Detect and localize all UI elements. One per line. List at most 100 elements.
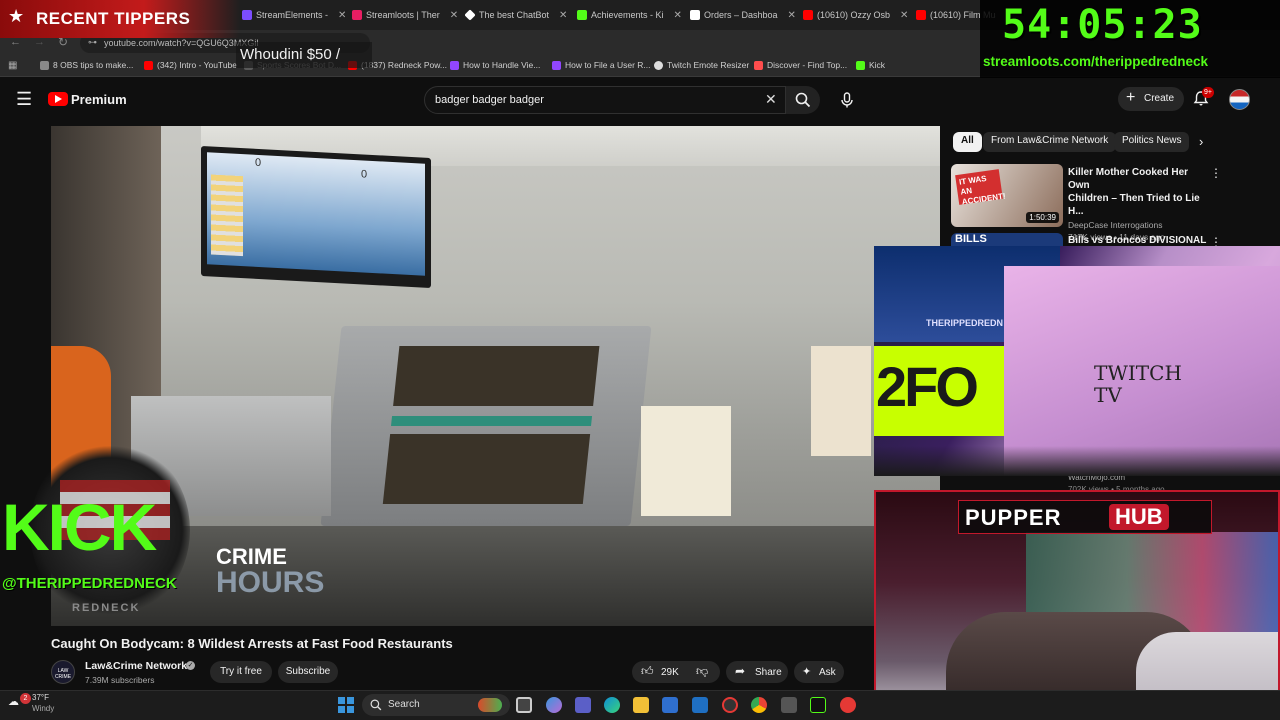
avatar[interactable] xyxy=(1229,89,1250,110)
start-button[interactable] xyxy=(338,697,354,713)
kick-subtext: REDNECK xyxy=(72,602,141,614)
tab-favicon-icon xyxy=(690,10,700,20)
voice-search-button[interactable] xyxy=(836,89,858,111)
taskbar-search[interactable]: Search xyxy=(362,694,510,716)
bookmark-item[interactable]: How to File a User R... xyxy=(552,60,651,70)
subscribe-button[interactable]: Subscribe xyxy=(278,661,338,683)
cardboard-box: TWITCH TV xyxy=(1004,266,1280,476)
chip-politics-news[interactable]: Politics News xyxy=(1114,132,1190,152)
tab-label: Achievements - Ki xyxy=(591,10,664,20)
webcam-desk xyxy=(874,446,1280,476)
recommendation-thumbnail[interactable]: BILLS xyxy=(951,233,1063,247)
chip-all[interactable]: All xyxy=(953,132,982,152)
recommendation-info[interactable]: Killer Mother Cooked Her Own Children – … xyxy=(1068,166,1208,242)
more-vert-icon[interactable]: ⋮ xyxy=(1210,166,1222,180)
tab-favicon-icon xyxy=(577,10,587,20)
youtube-logo-icon[interactable] xyxy=(48,92,68,106)
teams-icon[interactable] xyxy=(575,697,591,713)
search-input[interactable]: badger badger badger ✕ xyxy=(424,86,786,114)
recommendation-title: Children – Then Tried to Lie H... xyxy=(1068,193,1200,217)
video-scene-warmer xyxy=(320,326,652,526)
weather-icon: ☁ xyxy=(8,696,19,708)
bookmark-item[interactable]: How to Handle Vie... xyxy=(450,60,540,70)
chip-from-channel[interactable]: From Law&Crime Network xyxy=(983,132,1117,152)
bookmark-label: (1837) Redneck Pow... xyxy=(361,60,447,70)
pupper-hub-logo: PUPPER HUB xyxy=(958,500,1212,534)
recommendation-thumbnail[interactable]: IT WAS AN ACCIDENT! 1:50:39 xyxy=(951,164,1063,227)
edge-icon[interactable] xyxy=(604,697,620,713)
bookmark-favicon-icon xyxy=(40,60,49,70)
tab-label: StreamElements - xyxy=(256,10,329,20)
recommendation-title[interactable]: Bills vs Broncos DIVISIONAL xyxy=(1068,235,1206,246)
bookmark-item[interactable]: 8 OBS tips to make... xyxy=(40,60,133,70)
video-title: Caught On Bodycam: 8 Wildest Arrests at … xyxy=(51,636,453,651)
weather-temp[interactable]: 37°F xyxy=(32,693,49,702)
bookmark-item[interactable]: Discover - Find Top... xyxy=(754,60,847,70)
subathon-timer: 54:05:23 streamloots.com/therippedrednec… xyxy=(980,0,1280,78)
tab-label: The best ChatBot xyxy=(479,10,550,20)
browser-tab[interactable]: The best ChatBot ✕ xyxy=(465,4,575,26)
bookmark-item[interactable]: Kick xyxy=(856,60,885,70)
close-icon[interactable]: ✕ xyxy=(338,10,346,21)
ask-button[interactable]: ✦ Ask xyxy=(794,661,844,683)
recent-tippers-banner: ★ RECENT TIPPERS xyxy=(0,0,240,38)
duration-badge: 1:50:39 xyxy=(1026,212,1059,223)
search-button[interactable] xyxy=(786,86,820,114)
banner-text: THERIPPEDREDN xyxy=(926,318,1004,328)
thumbs-up-icon[interactable]: 👍︎ xyxy=(641,664,654,679)
close-icon[interactable]: ✕ xyxy=(450,10,458,21)
play-icon xyxy=(55,95,62,103)
chrome-icon[interactable] xyxy=(751,697,767,713)
bookmark-label: Kick xyxy=(869,60,886,70)
search-icon xyxy=(795,92,811,108)
search-highlight-icon xyxy=(478,698,502,712)
store-icon[interactable] xyxy=(662,697,678,713)
bookmark-item[interactable]: (342) Intro - YouTube xyxy=(144,60,237,70)
app-icon[interactable] xyxy=(840,697,856,713)
screen-score-left: 0 xyxy=(255,156,262,170)
close-icon[interactable]: ✕ xyxy=(788,10,796,21)
thumbs-down-icon[interactable]: 👎︎ xyxy=(696,664,708,679)
video-scene-monitor: 0 0 xyxy=(201,145,431,289)
app-icon[interactable] xyxy=(781,697,797,713)
bookmark-label: How to File a User R... xyxy=(565,60,651,70)
bookmark-favicon-icon xyxy=(856,60,865,70)
bookmark-item[interactable]: Twitch Emote Resizer xyxy=(654,60,749,70)
close-icon[interactable]: ✕ xyxy=(559,10,567,21)
pupper-text: PUPPER xyxy=(965,505,1062,530)
bookmark-favicon-icon xyxy=(654,60,663,70)
browser-tab[interactable]: StreamElements - ✕ xyxy=(242,4,350,26)
try-free-button[interactable]: Try it free xyxy=(210,661,272,683)
menu-icon[interactable]: ☰ xyxy=(16,90,32,108)
channel-name[interactable]: Law&Crime Network xyxy=(85,660,187,672)
browser-tab[interactable]: (10610) Ozzy Osb ✕ xyxy=(803,4,913,26)
browser-tab[interactable]: Orders – Dashboa ✕ xyxy=(690,4,800,26)
channel-avatar[interactable]: LAW CRIME xyxy=(51,660,75,684)
site-info-icon[interactable]: ⊶ xyxy=(88,37,97,48)
copilot-icon[interactable] xyxy=(546,697,562,713)
kick-app-icon[interactable] xyxy=(810,697,826,713)
apps-icon[interactable]: ▦ xyxy=(8,60,17,71)
browser-tab[interactable]: Streamloots | Ther ✕ xyxy=(352,4,462,26)
bookmark-label: How to Handle Vie... xyxy=(463,60,541,70)
ask-label: Ask xyxy=(819,667,836,678)
kick-text: KICK xyxy=(2,490,157,564)
create-button[interactable]: + Create xyxy=(1118,87,1184,111)
close-icon[interactable]: ✕ xyxy=(900,10,908,21)
file-explorer-icon[interactable] xyxy=(633,697,649,713)
obs-icon[interactable] xyxy=(722,697,738,713)
notifications-button[interactable]: 9+ xyxy=(1192,87,1214,110)
share-label: Share xyxy=(755,667,782,678)
chevron-right-icon[interactable]: › xyxy=(1199,134,1203,149)
outlook-icon[interactable] xyxy=(692,697,708,713)
share-button[interactable]: ➦ Share xyxy=(726,661,788,683)
clear-search-icon[interactable]: ✕ xyxy=(765,91,777,108)
kick-overlay: KICK @THERIPPEDREDNECK REDNECK xyxy=(0,440,240,620)
close-icon[interactable]: ✕ xyxy=(674,10,682,21)
screen-score-right: 0 xyxy=(361,168,368,181)
browser-tab[interactable]: Achievements - Ki ✕ xyxy=(577,4,687,26)
monitor-screen: 0 0 xyxy=(207,152,425,276)
thumbnail-caption: IT WAS AN ACCIDENT! xyxy=(955,169,1006,206)
webcam-overlay-bed: PUPPER HUB xyxy=(874,490,1280,720)
task-view-icon[interactable] xyxy=(516,697,532,713)
